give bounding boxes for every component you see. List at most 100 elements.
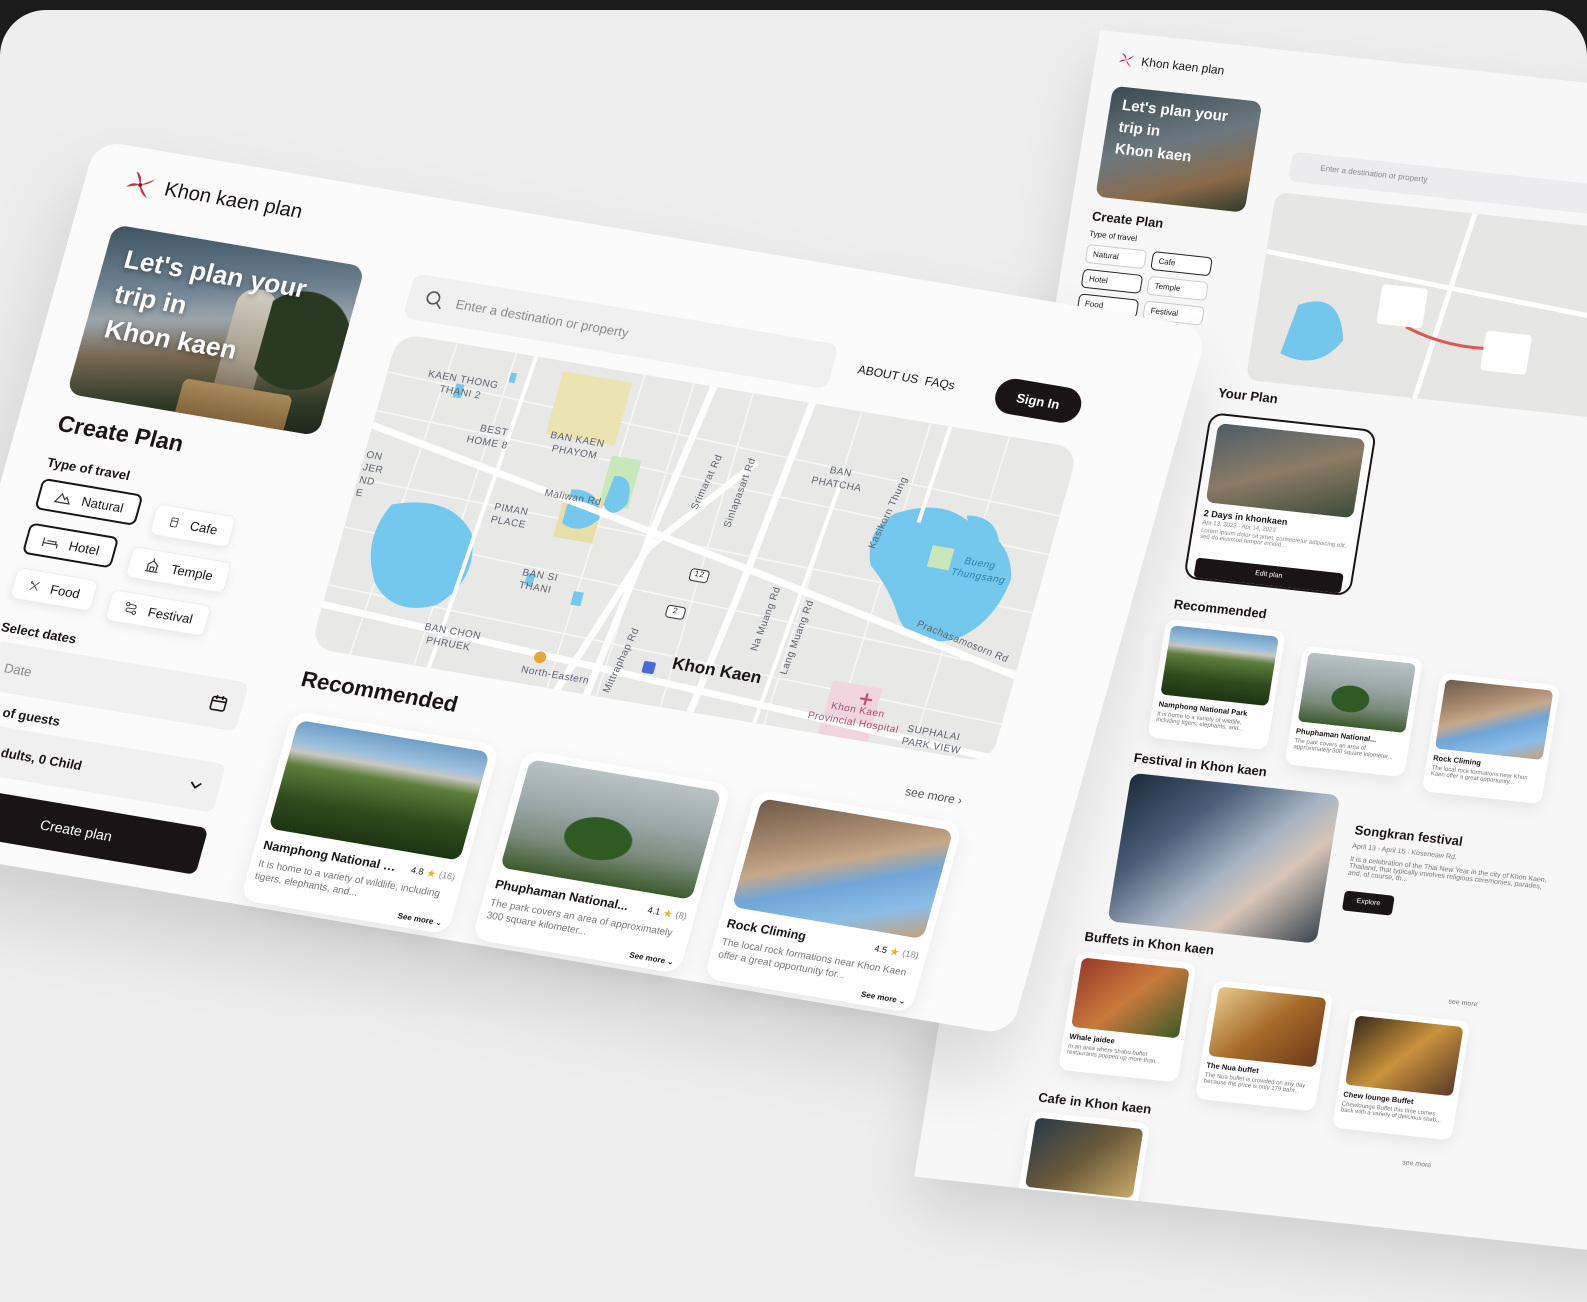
back-rec-image [1434, 679, 1554, 761]
back-recommended-title: Recommended [1172, 596, 1268, 622]
chip-cafe[interactable]: Cafe [149, 503, 237, 548]
back-plan-card[interactable]: 2 Days in khonkaen Apr 13, 2023 - Apr 14… [1183, 412, 1378, 597]
bed-icon [41, 537, 58, 549]
back-brand-name: Khon kaen plan [1140, 54, 1226, 78]
card-see-more-label: See more [628, 950, 667, 966]
back-edit-plan-button[interactable]: Edit plan [1193, 557, 1344, 594]
back-festival-info: Songkran festival April 13 - April 15 · … [1341, 822, 1555, 932]
cup-icon [169, 517, 179, 528]
star-icon: ★ [424, 867, 438, 881]
star-icon: ★ [661, 907, 675, 921]
hero-banner: Let's plan your trip in Khon kaen [66, 224, 366, 437]
chip-natural[interactable]: Natural [34, 477, 144, 526]
utensils-icon [29, 580, 40, 592]
sign-in-button[interactable]: Sign In [990, 376, 1086, 426]
back-buffet-card[interactable]: Chew lounge Buffet Chewlounge Buffet thi… [1331, 1008, 1471, 1141]
chip-label: Temple [169, 561, 215, 583]
back-cafe-desc: A small cafe located behind Khon Kaen Un… [1020, 1203, 1127, 1225]
chip-festival[interactable]: Festival [104, 589, 212, 637]
back-chip-natural[interactable]: Natural [1084, 243, 1148, 270]
rating-count: (16) [437, 869, 457, 883]
guests-child: 0 Child [37, 750, 84, 773]
chip-food[interactable]: Food [9, 566, 99, 612]
back-buffet-card[interactable]: Whale jaidee In an area where shabu buff… [1058, 950, 1197, 1083]
guests-label: No. of guests [0, 701, 62, 729]
back-cafe-card[interactable]: Home Coffee A small cafe located behind … [1011, 1110, 1151, 1243]
chip-label: Cafe [188, 517, 220, 537]
back-buffet-image [1344, 1015, 1464, 1097]
rating-value: 4.8 [409, 864, 425, 877]
flower-logo-icon [1118, 52, 1134, 68]
brand-logo[interactable]: Khon kaen plan [121, 168, 306, 227]
hero-title: Let's plan your trip in Khon kaen [101, 241, 312, 376]
card-image [731, 798, 954, 940]
back-plan-image [1205, 423, 1366, 519]
card-rating: 4.5 ★ (18) [873, 942, 920, 962]
recommended-card[interactable]: Namphong National Park 4.8 ★ (16) It is ho… [240, 710, 500, 935]
date-placeholder: Date [2, 659, 34, 679]
rating-value: 4.5 [873, 943, 889, 956]
rating-count: (8) [674, 909, 689, 922]
chevron-down-icon: ⌄ [434, 917, 444, 928]
card-rating: 4.8 ★ (16) [409, 863, 456, 883]
recommended-card[interactable]: Phuphaman National... 4.1 ★ (8) The park c… [471, 750, 732, 974]
main-screen: Khon kaen plan Let's plan your trip in K… [0, 140, 1209, 1036]
back-buffet-image [1208, 986, 1327, 1068]
back-rec-image [1160, 625, 1279, 707]
rating-value: 4.1 [646, 904, 662, 917]
search-icon [426, 291, 441, 310]
hero-title-line2: trip in [111, 278, 191, 320]
back-buffet-card[interactable]: The Nua buffet The Nua buffet is crowded… [1195, 979, 1334, 1112]
create-plan-title: Create Plan [54, 410, 187, 457]
card-image [500, 759, 722, 900]
back-see-more-link[interactable]: see more [1402, 1159, 1432, 1169]
back-rec-image [1297, 652, 1417, 734]
back-buffet-image [1071, 957, 1190, 1039]
card-rating: 4.1 ★ (8) [646, 904, 689, 923]
card-see-more-label: See more [860, 989, 898, 1005]
back-map[interactable] [1245, 191, 1587, 441]
type-of-travel-label: Type of travel [45, 454, 132, 484]
chevron-right-icon: › [956, 793, 964, 808]
back-rec-card[interactable]: Namphong National Park It is home to a v… [1147, 618, 1286, 751]
card-image [268, 719, 490, 861]
back-explore-button[interactable]: Explore [1341, 890, 1395, 916]
chip-label: Hotel [67, 537, 102, 558]
nav-about-us[interactable]: ABOUT US [856, 363, 920, 387]
mountain-icon [53, 492, 70, 505]
back-chip-hotel[interactable]: Hotel [1080, 268, 1144, 294]
back-hero-banner: Let's plan your trip in Khon kaen [1095, 85, 1263, 213]
chip-hotel[interactable]: Hotel [21, 522, 120, 569]
back-your-plan-title: Your Plan [1217, 384, 1279, 407]
see-more-label: see more [903, 784, 957, 807]
chevron-down-icon: ⌄ [666, 956, 676, 967]
chip-label: Natural [79, 493, 126, 515]
chip-label: Festival [146, 604, 195, 627]
see-more-link[interactable]: see more › [904, 784, 964, 807]
chevron-down-icon: ⌄ [897, 996, 907, 1006]
back-rec-card[interactable]: Rock Climing The local rock formations n… [1421, 672, 1561, 805]
back-cafe-image [1024, 1117, 1144, 1199]
route-icon [125, 601, 137, 615]
temple-icon [144, 558, 159, 574]
brand-name: Khon kaen plan [162, 178, 306, 223]
back-festival-dates: April 13 - April 15 [1351, 843, 1406, 856]
back-chip-temple[interactable]: Temple [1146, 275, 1209, 302]
back-rec-card[interactable]: Phuphaman National... The park covers an… [1284, 645, 1424, 778]
back-map-graphic [1245, 191, 1587, 441]
chip-label: Food [48, 581, 82, 601]
map-label: ND [357, 474, 377, 489]
recommended-card[interactable]: Rock Climing 4.5 ★ (18) The local rock for… [703, 789, 964, 1014]
back-chip-cafe[interactable]: Cafe [1150, 251, 1213, 277]
guests-adults: 2 Adults, [0, 741, 38, 765]
search-placeholder: Enter a destination or property [454, 296, 631, 340]
nav-faqs[interactable]: FAQs [923, 374, 956, 393]
presentation-canvas: Khon kaen plan Let's plan your trip in K… [0, 10, 1587, 1302]
hero-title-line3: Khon kaen [101, 313, 241, 365]
flower-logo-icon [126, 171, 156, 199]
back-festival-image [1107, 772, 1341, 944]
rating-count: (18) [901, 948, 920, 961]
chip-temple[interactable]: Temple [124, 545, 233, 594]
guests-value: 2 Adults, 0 Child [0, 741, 84, 772]
back-see-more-link[interactable]: see more [1448, 998, 1478, 1008]
